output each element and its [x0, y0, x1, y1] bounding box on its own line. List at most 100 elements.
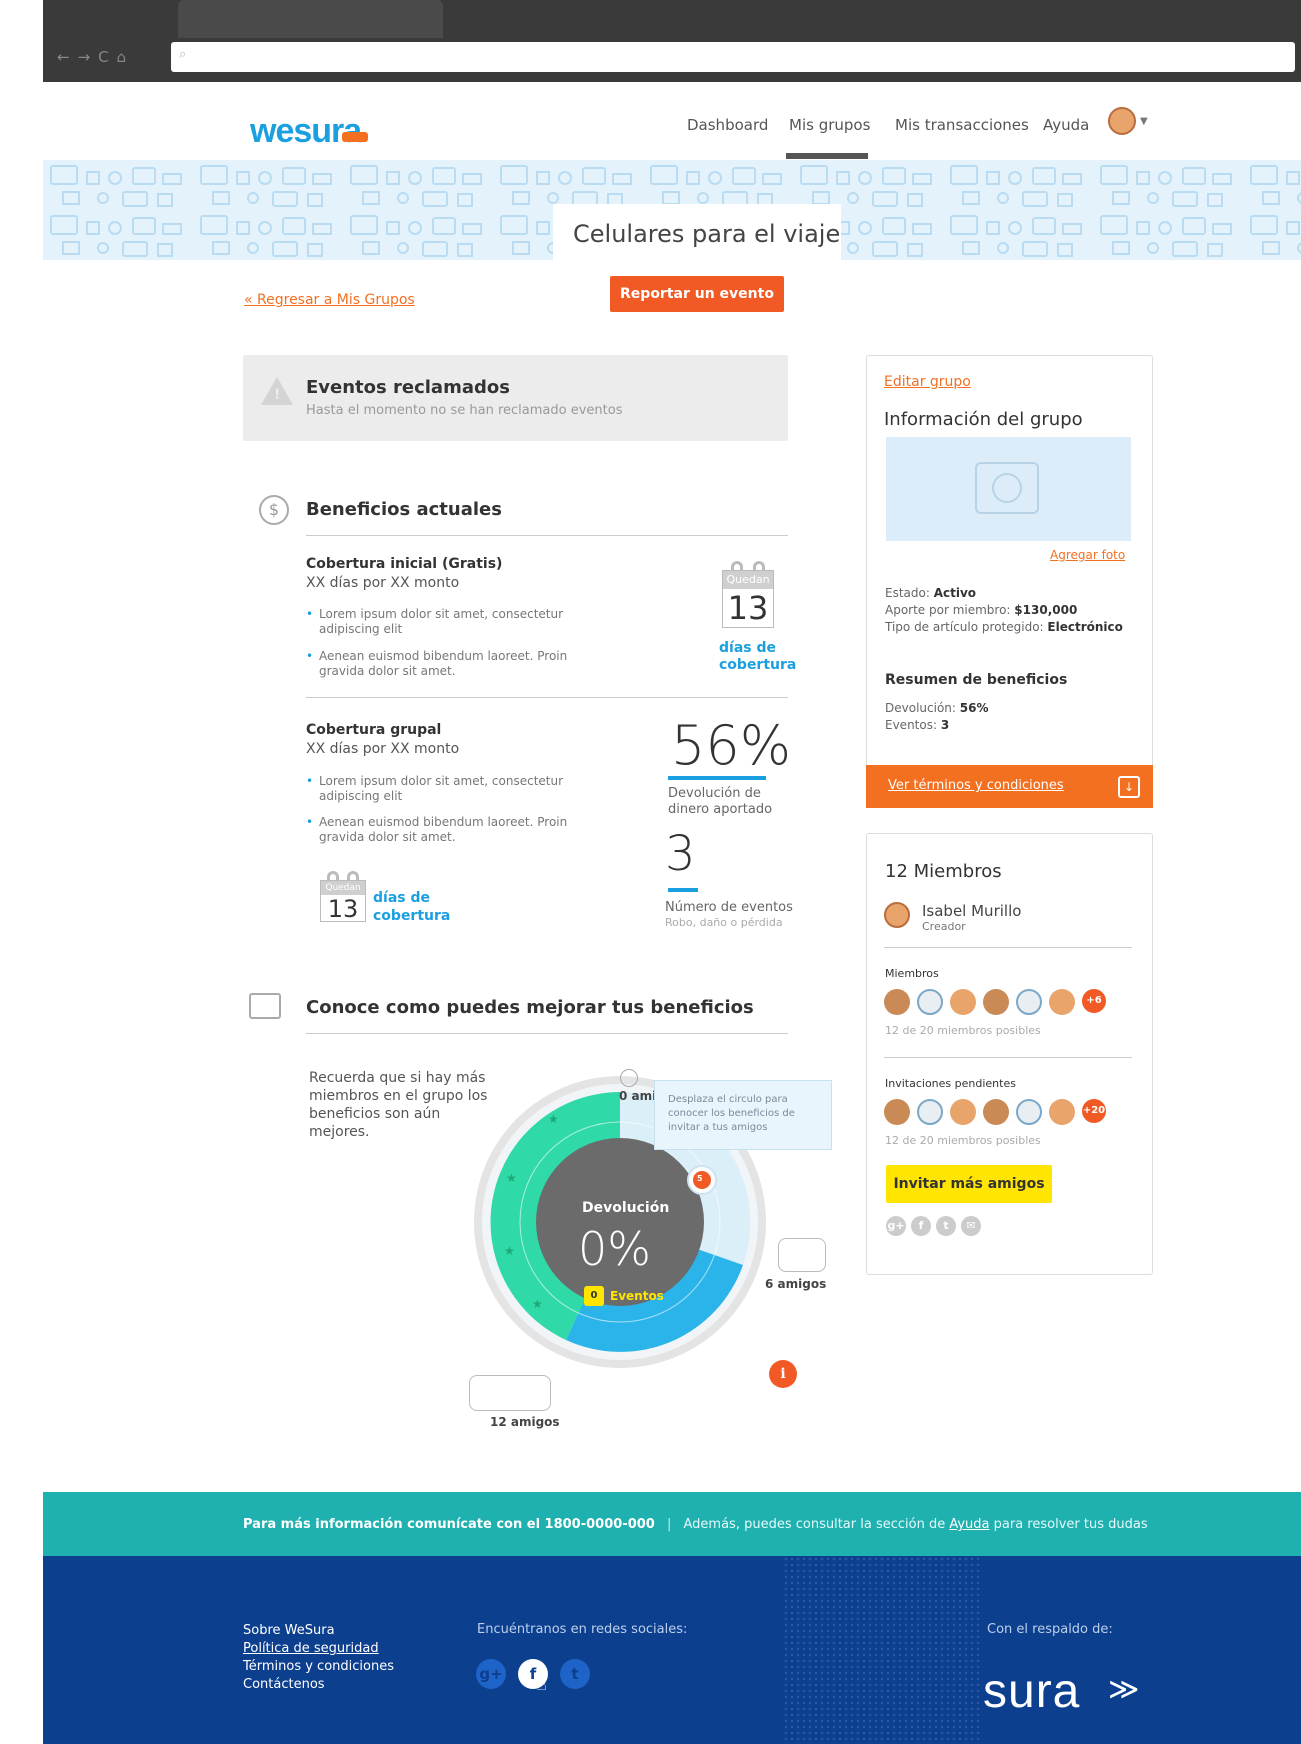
benefits-title: Beneficios actuales [306, 499, 502, 520]
label-0-friends: 0 ami [619, 1089, 657, 1103]
googleplus-icon[interactable]: g+ [886, 1216, 906, 1236]
avatar[interactable] [983, 989, 1009, 1015]
facebook-icon[interactable]: f [911, 1216, 931, 1236]
avatar[interactable] [950, 1099, 976, 1125]
avatar[interactable] [1049, 989, 1075, 1015]
status-value: Activo [933, 586, 977, 600]
coverage-label: cobertura [373, 908, 451, 924]
googleplus-icon[interactable]: g+ [476, 1659, 506, 1689]
address-bar[interactable]: ⌕ [171, 42, 1295, 72]
members-caption: 12 de 20 miembros posibles [885, 1024, 1041, 1037]
nav-mis-grupos[interactable]: Mis grupos [789, 116, 870, 134]
avatar[interactable] [950, 989, 976, 1015]
nav-dashboard[interactable]: Dashboard [687, 116, 768, 134]
invite-friends-button[interactable]: Invitar más amigos [886, 1165, 1052, 1203]
terms-link[interactable]: Ver términos y condiciones [888, 778, 1064, 793]
divider [884, 947, 1132, 948]
coverage-label: cobertura [719, 657, 797, 673]
avatar[interactable] [884, 989, 910, 1015]
more-pending-badge[interactable]: +20 [1082, 1099, 1106, 1123]
chevron-down-icon[interactable]: ▼ [1140, 116, 1148, 127]
item-type-label: Tipo de artículo protegido: [885, 620, 1048, 634]
footer-links: Sobre WeSura Política de seguridad Térmi… [243, 1622, 394, 1694]
star-badge-icon: 0 [584, 1286, 604, 1306]
edit-group-link[interactable]: Editar grupo [884, 374, 971, 390]
separator: | [666, 1517, 672, 1532]
creator-role: Creador [922, 920, 966, 933]
back-to-groups-link[interactable]: « Regresar a Mis Grupos [244, 292, 415, 308]
page-title: Celulares para el viaje [573, 220, 841, 248]
star-icon: ★ [504, 1244, 515, 1258]
improve-title: Conoce como puedes mejorar tus beneficio… [306, 997, 754, 1018]
footer-social-icons: g+ f t [476, 1659, 590, 1689]
avatar[interactable] [884, 902, 910, 928]
label-12-friends: 12 amigos [490, 1415, 560, 1429]
events-label: Número de eventos [665, 900, 793, 915]
contribution-value: $130,000 [1014, 603, 1078, 617]
help-link[interactable]: Ayuda [949, 1517, 989, 1532]
dial-value: 0% [578, 1222, 651, 1276]
nav-mis-transacciones[interactable]: Mis transacciones [895, 116, 1029, 134]
divider [306, 697, 788, 698]
status-line: Estado: Activo [885, 586, 976, 600]
avatar[interactable] [1016, 989, 1042, 1015]
user-avatar[interactable] [1108, 107, 1136, 135]
initial-coverage-subtitle: XX días por XX monto [306, 575, 460, 591]
events-count: 3 [665, 826, 696, 882]
footer-link-contact[interactable]: Contáctenos [243, 1676, 394, 1694]
improve-description-line: Recuerda que si hay más [309, 1070, 486, 1086]
avatar[interactable] [884, 1099, 910, 1125]
events-summary-label: Eventos: [885, 718, 941, 732]
footer-dot-pattern [783, 1556, 983, 1744]
improve-description: Recuerda que si hay más miembros en el g… [309, 1069, 487, 1141]
footer-link-security[interactable]: Política de seguridad [243, 1640, 394, 1658]
sura-logo[interactable]: sura [983, 1664, 1080, 1719]
star-icon: ★ [532, 1297, 543, 1311]
calendar-header: Quedan [321, 881, 365, 895]
avatar[interactable] [1049, 1099, 1075, 1125]
star-icon: ★ [548, 1112, 559, 1126]
dial-events-label: Eventos [610, 1289, 664, 1303]
events-bar [668, 888, 698, 892]
members-card [866, 833, 1153, 1275]
wesura-logo[interactable]: wesura [250, 112, 368, 151]
pending-invitations-label: Invitaciones pendientes [885, 1077, 1016, 1090]
refund-summary-label: Devolución: [885, 701, 960, 715]
star-icon: ★ [506, 1171, 517, 1185]
share-icons: g+ f t ✉ [886, 1216, 981, 1236]
info-icon[interactable]: i [769, 1360, 797, 1388]
twitter-icon[interactable]: t [936, 1216, 956, 1236]
email-icon[interactable]: ✉ [961, 1216, 981, 1236]
status-label: Estado: [885, 586, 934, 600]
group-icon [778, 1238, 826, 1272]
avatar[interactable] [917, 1099, 943, 1125]
refund-label: dinero aportado [668, 802, 773, 817]
avatar[interactable] [1016, 1099, 1042, 1125]
group-coverage-title: Cobertura grupal [306, 722, 442, 738]
more-members-badge[interactable]: +6 [1082, 989, 1106, 1013]
warning-icon-mark: ! [274, 387, 281, 403]
download-icon[interactable]: ↓ [1118, 776, 1140, 798]
dial-handle-value: 5 [697, 1174, 703, 1183]
days-remaining: 13 [727, 589, 769, 627]
browser-chrome: ←→C⌂ ⌕ [43, 0, 1301, 82]
refund-label: Devolución de [668, 786, 761, 801]
help-text: Además, puedes consultar la sección de [683, 1517, 950, 1532]
backing-label: Con el respaldo de: [987, 1622, 1113, 1637]
calendar-icon: Quedan 13 [320, 871, 366, 923]
browser-tab[interactable] [178, 0, 443, 38]
add-photo-link[interactable]: Agregar foto [1050, 548, 1125, 562]
avatar[interactable] [917, 989, 943, 1015]
refund-percentage: 56% [671, 714, 792, 777]
twitter-icon[interactable]: t [560, 1659, 590, 1689]
nav-ayuda[interactable]: Ayuda [1043, 116, 1089, 134]
avatar[interactable] [983, 1099, 1009, 1125]
claimed-events-title: Eventos reclamados [306, 377, 510, 398]
report-event-button[interactable]: Reportar un evento [610, 276, 784, 312]
item-type-line: Tipo de artículo protegido: Electrónico [885, 620, 1123, 634]
refund-bar [668, 776, 766, 780]
footer-link-terms[interactable]: Términos y condiciones [243, 1658, 394, 1676]
refund-summary-value: 56% [959, 701, 989, 715]
footer-link-about[interactable]: Sobre WeSura [243, 1622, 394, 1640]
browser-nav-icons[interactable]: ←→C⌂ [57, 48, 134, 66]
